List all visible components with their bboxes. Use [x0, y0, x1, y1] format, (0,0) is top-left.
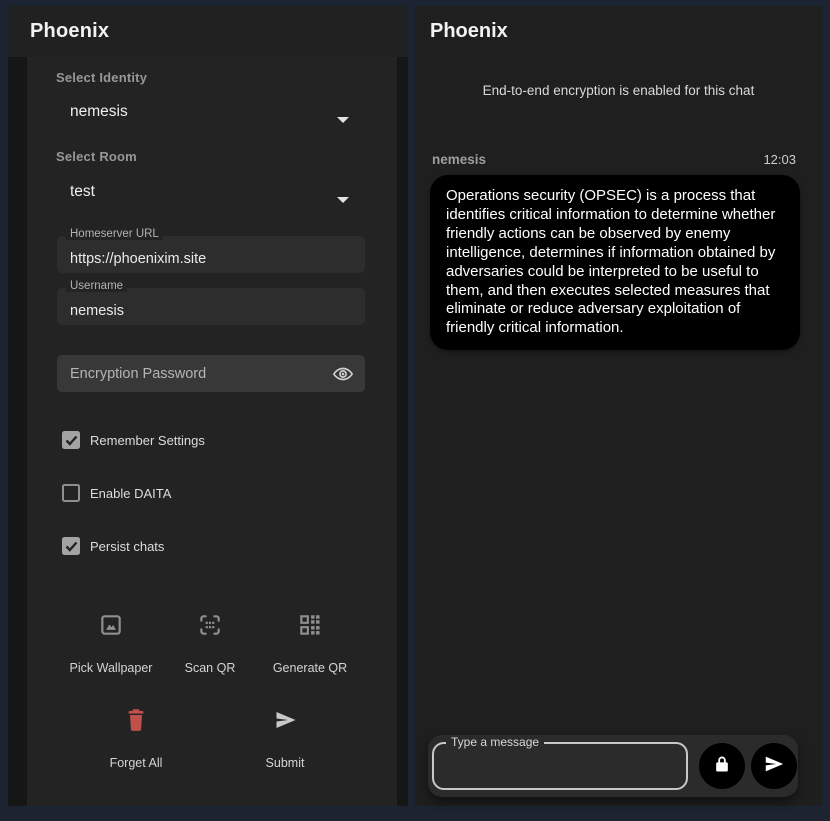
- phoenix-app-window: Phoenix Select Identity nemesis Select R…: [0, 0, 830, 821]
- room-value: test: [70, 183, 95, 201]
- room-dropdown[interactable]: test: [56, 181, 356, 209]
- message-field-label: Type a message: [446, 735, 544, 749]
- checkbox-box: [62, 431, 80, 449]
- checkbox-label: Enable DAITA: [90, 486, 171, 501]
- send-icon: [762, 753, 786, 780]
- identity-value: nemesis: [70, 103, 128, 121]
- checkbox-label: Persist chats: [90, 539, 164, 554]
- eye-icon[interactable]: [332, 363, 354, 385]
- forget-all-label: Forget All: [110, 756, 163, 770]
- message-field-wrap: Type a message: [432, 742, 688, 790]
- generate-qr-label: Generate QR: [273, 661, 347, 675]
- remember-settings-checkbox[interactable]: Remember Settings: [62, 431, 205, 449]
- persist-chats-checkbox[interactable]: Persist chats: [62, 537, 164, 555]
- send-icon: [272, 706, 299, 734]
- message-sender: nemesis: [432, 152, 486, 167]
- message-input[interactable]: [434, 744, 686, 788]
- settings-header: Phoenix: [8, 6, 408, 57]
- username-input[interactable]: [57, 288, 365, 325]
- checkbox-box: [62, 484, 80, 502]
- forget-all-button[interactable]: Forget All: [76, 706, 196, 770]
- submit-button[interactable]: Submit: [225, 706, 345, 770]
- encrypt-button[interactable]: [699, 743, 745, 789]
- trash-icon: [124, 706, 148, 734]
- send-message-button[interactable]: [751, 743, 797, 789]
- checkbox-box: [62, 537, 80, 555]
- generate-qr-button[interactable]: Generate QR: [250, 611, 370, 675]
- composer-bar: Type a message: [428, 735, 798, 797]
- message-bubble: Operations security (OPSEC) is a process…: [430, 175, 800, 350]
- chat-panel: Phoenix End-to-end encryption is enabled…: [415, 6, 822, 806]
- check-icon: [65, 541, 78, 552]
- submit-label: Submit: [266, 756, 305, 770]
- pick-wallpaper-label: Pick Wallpaper: [70, 661, 153, 675]
- chevron-down-icon: [336, 111, 350, 119]
- chat-title: Phoenix: [430, 20, 508, 43]
- settings-panel: Phoenix Select Identity nemesis Select R…: [8, 6, 408, 806]
- room-label: Select Room: [56, 149, 137, 164]
- enable-daita-checkbox[interactable]: Enable DAITA: [62, 484, 171, 502]
- image-icon: [98, 611, 124, 639]
- message-timestamp: 12:03: [763, 152, 796, 167]
- identity-label: Select Identity: [56, 70, 147, 85]
- homeserver-field-wrap: Homeserver URL: [57, 236, 365, 273]
- identity-dropdown[interactable]: nemesis: [56, 101, 356, 129]
- message-meta: nemesis 12:03: [432, 152, 796, 167]
- encryption-notice: End-to-end encryption is enabled for thi…: [415, 83, 822, 98]
- qr-code-icon: [297, 611, 323, 639]
- homeserver-input[interactable]: [57, 236, 365, 273]
- chevron-down-icon: [336, 191, 350, 199]
- qr-scan-icon: [197, 611, 223, 639]
- encryption-password-input[interactable]: [57, 355, 365, 392]
- lock-icon: [712, 754, 732, 779]
- scan-qr-label: Scan QR: [185, 661, 236, 675]
- checkbox-label: Remember Settings: [90, 433, 205, 448]
- password-field-wrap: [57, 355, 365, 392]
- check-icon: [65, 435, 78, 446]
- page-title: Phoenix: [30, 20, 109, 43]
- settings-sheet: Select Identity nemesis Select Room test…: [27, 57, 397, 806]
- username-field-wrap: Username: [57, 288, 365, 325]
